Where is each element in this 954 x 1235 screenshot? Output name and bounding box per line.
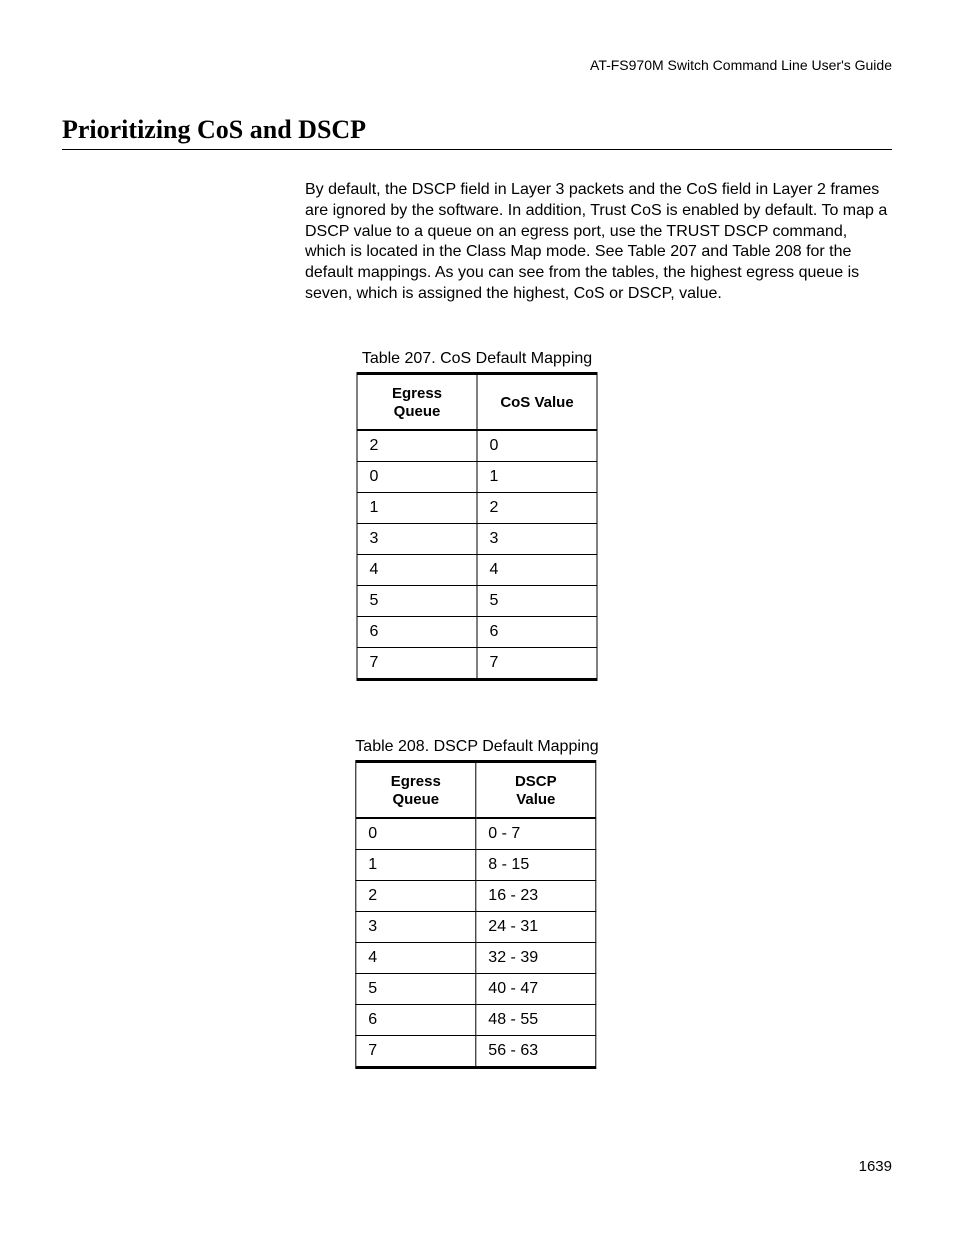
table-row: 12 (357, 493, 597, 524)
cell: 6 (356, 1005, 476, 1036)
table-row: 66 (357, 617, 597, 648)
cell: 48 - 55 (476, 1005, 596, 1036)
cell: 3 (357, 524, 477, 555)
cell: 1 (356, 850, 476, 881)
cell: 2 (356, 881, 476, 912)
table-208-caption: Table 208. DSCP Default Mapping (355, 738, 598, 756)
cell: 1 (357, 493, 477, 524)
body-paragraph: By default, the DSCP field in Layer 3 pa… (305, 180, 892, 305)
cell: 32 - 39 (476, 943, 596, 974)
table-row: 216 - 23 (356, 881, 596, 912)
table-row: 540 - 47 (356, 974, 596, 1005)
table-row: 33 (357, 524, 597, 555)
cell: 2 (357, 430, 477, 462)
table-row: 18 - 15 (356, 850, 596, 881)
cell: 7 (356, 1036, 476, 1068)
cell: 5 (356, 974, 476, 1005)
cell: 16 - 23 (476, 881, 596, 912)
cell: 1 (477, 462, 597, 493)
table-207: Egress Queue CoS Value 20 01 12 33 44 55… (357, 372, 598, 681)
table-208-block: Table 208. DSCP Default Mapping Egress Q… (355, 738, 598, 1069)
cell: 7 (357, 648, 477, 680)
page-header: AT-FS970M Switch Command Line User's Gui… (590, 57, 892, 73)
table-row: 55 (357, 586, 597, 617)
table-208: Egress Queue DSCP Value 00 - 7 18 - 15 2… (355, 760, 596, 1069)
cell: 5 (477, 586, 597, 617)
cell: 6 (477, 617, 597, 648)
table-row: 00 - 7 (356, 818, 596, 850)
table-row: 01 (357, 462, 597, 493)
cell: 4 (356, 943, 476, 974)
cell: 7 (477, 648, 597, 680)
table-207-header-egress: Egress Queue (357, 374, 477, 431)
cell: 3 (356, 912, 476, 943)
cell: 0 (477, 430, 597, 462)
cell: 5 (357, 586, 477, 617)
cell: 4 (477, 555, 597, 586)
cell: 8 - 15 (476, 850, 596, 881)
cell: 0 (356, 818, 476, 850)
table-row: 324 - 31 (356, 912, 596, 943)
table-row: 432 - 39 (356, 943, 596, 974)
table-row: 648 - 55 (356, 1005, 596, 1036)
cell: 2 (477, 493, 597, 524)
table-row: 20 (357, 430, 597, 462)
cell: 6 (357, 617, 477, 648)
cell: 4 (357, 555, 477, 586)
page-number: 1639 (859, 1158, 892, 1175)
cell: 0 - 7 (476, 818, 596, 850)
table-207-header-cos: CoS Value (477, 374, 597, 431)
cell: 3 (477, 524, 597, 555)
section-title: Prioritizing CoS and DSCP (62, 115, 892, 150)
cell: 56 - 63 (476, 1036, 596, 1068)
table-208-header-dscp: DSCP Value (476, 762, 596, 819)
cell: 0 (357, 462, 477, 493)
table-row: 77 (357, 648, 597, 680)
cell: 24 - 31 (476, 912, 596, 943)
cell: 40 - 47 (476, 974, 596, 1005)
table-208-header-egress: Egress Queue (356, 762, 476, 819)
table-207-block: Table 207. CoS Default Mapping Egress Qu… (357, 350, 598, 681)
table-207-caption: Table 207. CoS Default Mapping (357, 350, 598, 368)
table-row: 756 - 63 (356, 1036, 596, 1068)
table-row: 44 (357, 555, 597, 586)
